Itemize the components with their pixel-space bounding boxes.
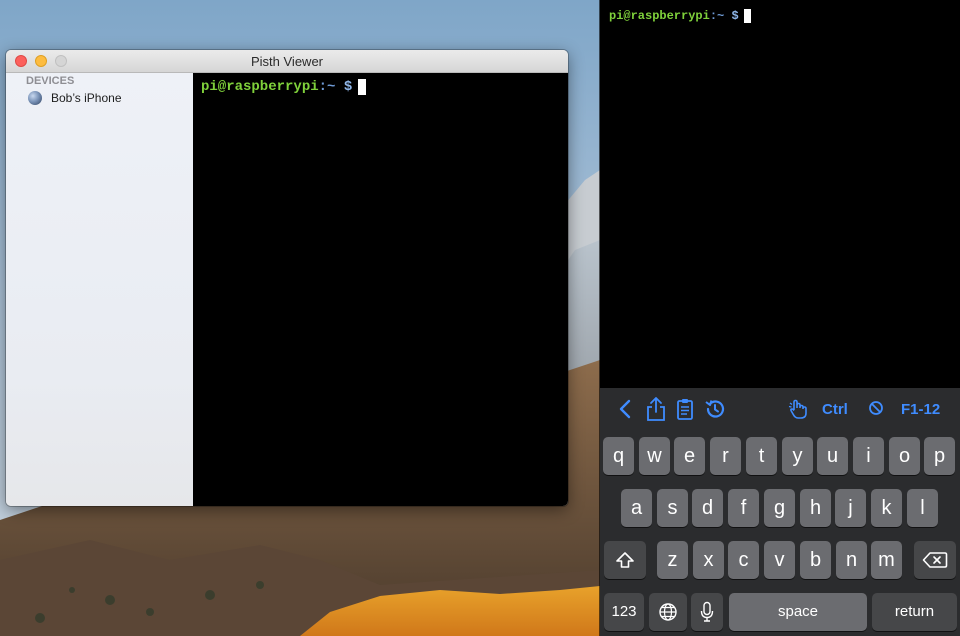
key-u[interactable]: u [817,437,848,475]
share-icon[interactable] [646,396,666,427]
key-j[interactable]: j [835,489,866,527]
key-r[interactable]: r [710,437,741,475]
key-p[interactable]: p [924,437,955,475]
ios-terminal-prompt[interactable]: pi@raspberrypi:~ $ [609,9,751,23]
ios-screen: pi@raspberrypi:~ $ Ctrl F1-12 q w e r t … [600,0,960,636]
delete-icon [922,551,948,569]
window-titlebar[interactable]: Pisth Viewer [6,50,568,73]
sidebar-item-bobs-iphone[interactable]: Bob’s iPhone [26,89,186,109]
prompt-path: :~ [709,9,725,23]
key-w[interactable]: w [639,437,670,475]
return-key[interactable]: return [872,593,957,631]
key-f[interactable]: f [728,489,759,527]
device-label: Bob’s iPhone [51,91,122,105]
key-c[interactable]: c [728,541,759,579]
hand-tap-icon[interactable] [788,398,812,425]
prompt-symbol: $ [343,79,353,95]
terminal-prompt: pi@raspberrypi:~ $ [201,79,367,95]
key-l[interactable]: l [907,489,938,527]
function-keys-button[interactable]: F1-12 [901,401,940,418]
pisth-viewer-window: Pisth Viewer DEVICES Bob’s iPhone pi@ras… [6,50,568,506]
key-s[interactable]: s [657,489,688,527]
keyboard: Ctrl F1-12 qwertyuiop asdfghjkl zxcvbnm 12… [600,388,960,636]
text-cursor [358,79,367,95]
key-k[interactable]: k [871,489,902,527]
prompt-symbol: $ [731,9,739,23]
shift-icon [615,550,635,570]
numbers-key[interactable]: 123 [604,593,644,631]
key-i[interactable]: i [853,437,884,475]
history-icon[interactable] [704,398,726,425]
key-d[interactable]: d [692,489,723,527]
terminal-view[interactable]: pi@raspberrypi:~ $ [193,73,568,506]
prompt-path: :~ [318,79,336,95]
devices-header: DEVICES [26,75,75,87]
key-v[interactable]: v [764,541,795,579]
key-x[interactable]: x [693,541,724,579]
space-key[interactable]: space [729,593,867,631]
key-y[interactable]: y [782,437,813,475]
shift-key[interactable] [604,541,646,579]
window-title: Pisth Viewer [250,54,323,69]
prompt-user: pi@raspberrypi [201,79,319,95]
key-h[interactable]: h [800,489,831,527]
sidebar: DEVICES Bob’s iPhone [6,73,193,506]
key-b[interactable]: b [800,541,831,579]
prompt-user: pi@raspberrypi [609,9,710,23]
clipboard-icon[interactable] [676,398,694,425]
globe-key[interactable] [649,593,687,631]
key-n[interactable]: n [836,541,867,579]
key-t[interactable]: t [746,437,777,475]
microphone-icon [700,601,714,623]
compass-icon[interactable] [868,400,884,421]
key-q[interactable]: q [603,437,634,475]
key-z[interactable]: z [657,541,688,579]
globe-icon [658,602,678,622]
key-o[interactable]: o [889,437,920,475]
key-e[interactable]: e [674,437,705,475]
key-m[interactable]: m [871,541,902,579]
dictation-key[interactable] [691,593,723,631]
globe-icon [28,91,42,105]
key-g[interactable]: g [764,489,795,527]
key-a[interactable]: a [621,489,652,527]
text-cursor [743,9,751,23]
chevron-left-icon[interactable] [618,399,632,424]
ctrl-button[interactable]: Ctrl [822,401,848,418]
accessory-bar: Ctrl F1-12 [600,388,960,430]
delete-key[interactable] [914,541,956,579]
